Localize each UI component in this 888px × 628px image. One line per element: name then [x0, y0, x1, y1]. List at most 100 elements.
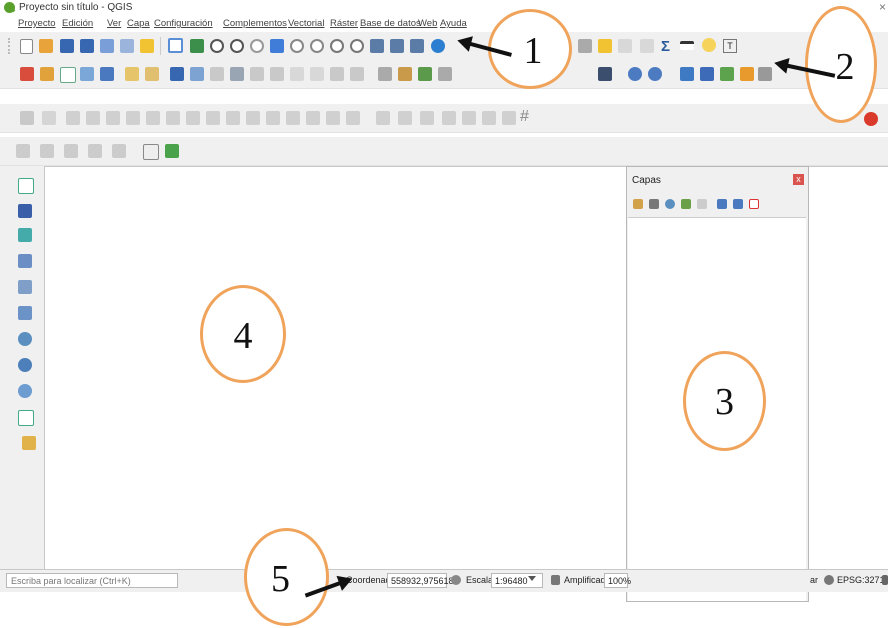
- select-features-icon[interactable]: [578, 39, 592, 53]
- locator-search-input[interactable]: Escriba para localizar (Ctrl+K): [6, 573, 178, 588]
- add-raster-layer-icon[interactable]: [18, 204, 32, 218]
- text-annotation-icon[interactable]: T: [723, 39, 737, 53]
- road-graph-icon[interactable]: [482, 111, 496, 125]
- layers-panel-close-button[interactable]: x: [793, 174, 804, 185]
- new-virtual-layer-icon[interactable]: [100, 67, 114, 81]
- new-geopackage-icon[interactable]: [40, 67, 54, 81]
- delete-ring-icon[interactable]: [166, 111, 180, 125]
- menu-ayuda[interactable]: Ayuda: [440, 18, 467, 29]
- zoom-in-icon[interactable]: [210, 39, 224, 53]
- interpolation-icon[interactable]: [442, 111, 456, 125]
- close-window-button[interactable]: ×: [879, 0, 886, 14]
- menu-ver[interactable]: Ver: [107, 18, 121, 29]
- attribute-table-icon[interactable]: [618, 39, 632, 53]
- zoom-last-icon[interactable]: [350, 39, 364, 53]
- expand-all-icon[interactable]: [717, 199, 727, 209]
- add-mesh-layer-icon[interactable]: [18, 228, 32, 242]
- simplify-feature-icon[interactable]: [86, 111, 100, 125]
- menu-base-de-datos[interactable]: Base de datos: [360, 18, 421, 29]
- invert-selection-icon[interactable]: [112, 144, 126, 158]
- new-print-layout-icon[interactable]: [100, 39, 114, 53]
- heatmap-icon[interactable]: [420, 111, 434, 125]
- add-layer-icon[interactable]: [165, 144, 179, 158]
- open-layer-styling-icon[interactable]: [633, 199, 643, 209]
- offset-curve-icon[interactable]: [226, 111, 240, 125]
- add-wms-layer-icon[interactable]: [18, 358, 32, 372]
- merge-features-icon[interactable]: [286, 111, 300, 125]
- open-project-icon[interactable]: [39, 39, 53, 53]
- menu-vectorial[interactable]: Vectorial: [288, 18, 324, 29]
- zoom-layer-icon[interactable]: [310, 39, 324, 53]
- new-scratch-layer-icon[interactable]: [80, 67, 94, 81]
- save-project-icon[interactable]: [60, 39, 74, 53]
- save-as-icon[interactable]: [80, 39, 94, 53]
- data-source-manager-icon[interactable]: [20, 67, 34, 81]
- toggle-extents-icon[interactable]: [451, 575, 461, 585]
- align-rasters-icon[interactable]: [376, 111, 390, 125]
- paste-features-icon[interactable]: [310, 67, 324, 81]
- db-manager-icon[interactable]: [598, 67, 612, 81]
- add-geopackage-layer-icon[interactable]: [18, 280, 32, 294]
- processing-toolbox-icon[interactable]: [700, 67, 714, 81]
- messages-icon[interactable]: [882, 575, 888, 585]
- magnifier-field[interactable]: 100%: [604, 573, 631, 588]
- identify-features-icon[interactable]: [628, 67, 642, 81]
- reshape-features-icon[interactable]: [206, 111, 220, 125]
- add-vector-layer-icon[interactable]: [18, 178, 34, 194]
- add-postgis-layer-icon[interactable]: [18, 332, 32, 346]
- field-calculator-icon[interactable]: [640, 39, 654, 53]
- pin-labels-icon[interactable]: [438, 67, 452, 81]
- style-manager-icon[interactable]: [140, 39, 154, 53]
- current-edits-icon[interactable]: [125, 67, 139, 81]
- trim-extend-icon[interactable]: [346, 111, 360, 125]
- add-virtual-layer-icon[interactable]: [22, 436, 36, 450]
- add-feature-icon[interactable]: [190, 67, 204, 81]
- lock-scale-icon[interactable]: [551, 575, 560, 585]
- add-spatialite-layer-icon[interactable]: [18, 306, 32, 320]
- rotate-point-icon[interactable]: [326, 111, 340, 125]
- label-tool-icon[interactable]: [378, 67, 392, 81]
- refresh-icon[interactable]: [431, 39, 445, 53]
- split-parts-icon[interactable]: [266, 111, 280, 125]
- rotate-feature-icon[interactable]: [66, 111, 80, 125]
- georeferencer-icon[interactable]: [398, 111, 412, 125]
- zoom-full-icon[interactable]: [270, 39, 284, 53]
- pan-icon[interactable]: [168, 38, 183, 53]
- toolbar-grip[interactable]: [8, 38, 13, 54]
- new-shapefile-icon[interactable]: [60, 67, 76, 83]
- collapse-all-icon[interactable]: [733, 199, 743, 209]
- remove-layer-icon[interactable]: [749, 199, 759, 209]
- spatial-query-icon[interactable]: [502, 111, 516, 125]
- toggle-editing-icon[interactable]: [145, 67, 159, 81]
- menu-complementos[interactable]: Complementos: [223, 18, 287, 29]
- menu-web[interactable]: Web: [418, 18, 437, 29]
- magnet-icon[interactable]: [864, 112, 878, 126]
- zoom-rubber-icon[interactable]: [250, 39, 264, 53]
- show-bookmarks-icon[interactable]: [390, 39, 404, 53]
- split-features-icon[interactable]: [246, 111, 260, 125]
- tools-icon[interactable]: [758, 67, 772, 81]
- copy-features-icon[interactable]: [290, 67, 304, 81]
- scale-dropdown-icon[interactable]: [528, 576, 536, 581]
- add-delimited-text-icon[interactable]: [18, 254, 32, 268]
- measure-icon[interactable]: [680, 41, 694, 50]
- snapping-icon[interactable]: [42, 111, 56, 125]
- layer-labeling-icon[interactable]: [398, 67, 412, 81]
- temporal-controller-icon[interactable]: [410, 39, 424, 53]
- map-tips-icon[interactable]: [702, 38, 716, 52]
- grid-icon[interactable]: #: [520, 108, 529, 126]
- annotation-icon[interactable]: [143, 144, 159, 160]
- menu-edicion[interactable]: Edición: [62, 18, 93, 29]
- merge-attributes-icon[interactable]: [306, 111, 320, 125]
- select-by-area-icon[interactable]: [16, 144, 30, 158]
- raster-info-icon[interactable]: [740, 67, 754, 81]
- new-project-icon[interactable]: [20, 39, 33, 54]
- statistics-icon[interactable]: Σ: [661, 38, 670, 55]
- fill-ring-icon[interactable]: [146, 111, 160, 125]
- zoom-native-icon[interactable]: [330, 39, 344, 53]
- menu-proyecto[interactable]: Proyecto: [18, 18, 56, 29]
- menu-configuracion[interactable]: Configuración: [154, 18, 213, 29]
- layer-diagram-icon[interactable]: [418, 67, 432, 81]
- plugin-icon[interactable]: [720, 67, 734, 81]
- select-by-expression-icon[interactable]: [64, 144, 78, 158]
